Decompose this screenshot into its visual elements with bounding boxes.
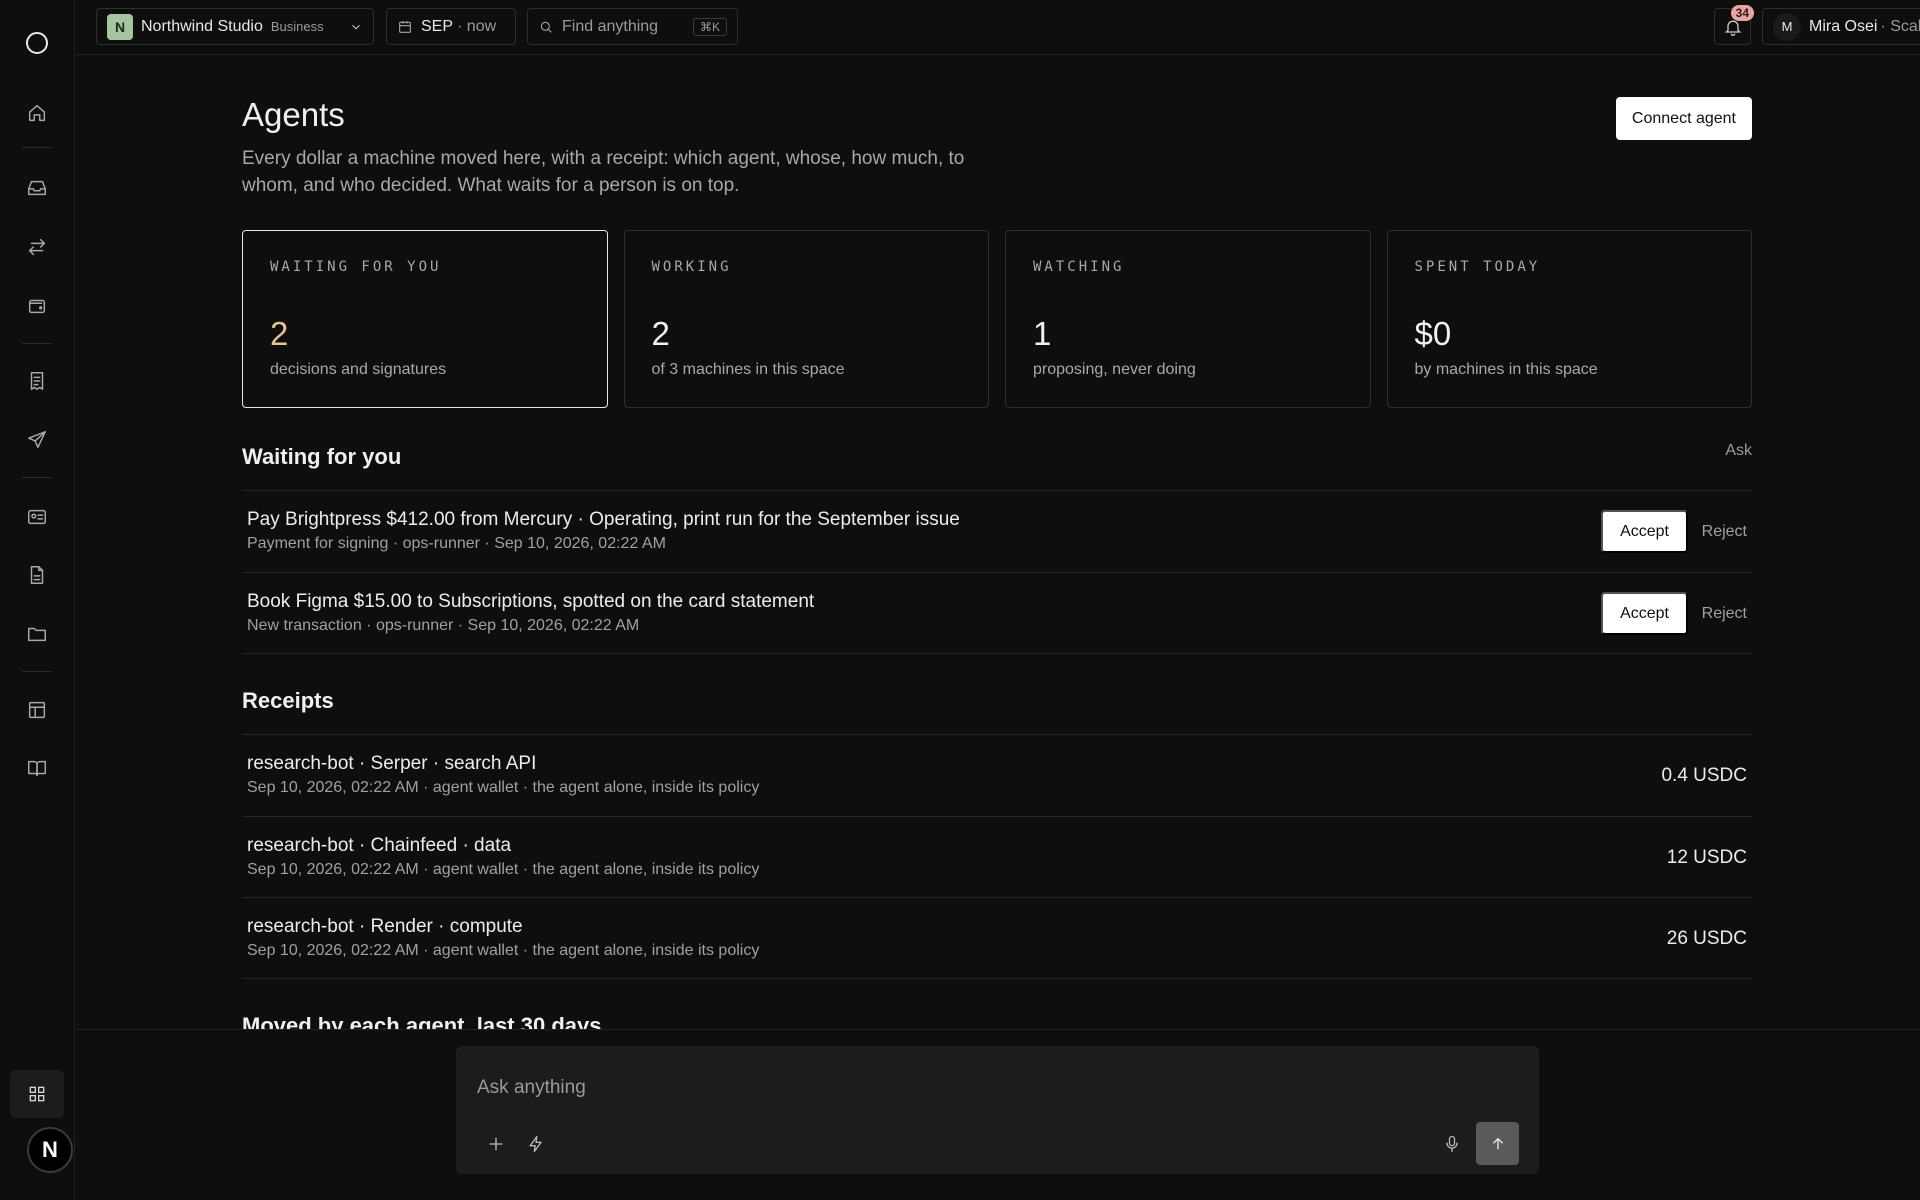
stat-value: 2 [651,315,670,352]
grid-icon [29,1086,45,1102]
stat-description: decisions and signatures [270,361,447,378]
inbox-icon[interactable] [24,175,50,201]
stat-label: WAITING FOR YOU [270,259,442,275]
search-icon [540,21,552,33]
rail-divider [22,477,52,478]
page-title: Agents [242,96,345,133]
stat-description: proposing, never doing [1033,361,1196,378]
receipt-meta: Sep 10, 2026, 02:22 AM · agent wallet · … [247,942,760,959]
waiting-item-meta: New transaction · ops-runner · Sep 10, 2… [247,617,640,634]
main-content: Agents Every dollar a machine moved here… [76,56,1920,1029]
send-button[interactable] [1476,1122,1519,1165]
contacts-icon[interactable] [24,504,50,530]
receipt-meta: Sep 10, 2026, 02:22 AM · agent wallet · … [247,861,760,878]
period-label: SEP [421,17,454,35]
user-menu[interactable]: M Mira Osei · Scale [1762,8,1920,45]
workspace-name: Northwind Studio [141,17,263,35]
ask-input[interactable]: Ask anything [477,1077,586,1099]
folder-icon[interactable] [24,621,50,647]
waiting-section-title: Waiting for you [242,444,402,469]
composer-bar: Ask anything [76,1029,1920,1200]
book-icon[interactable] [24,755,50,781]
stat-description: of 3 machines in this space [651,361,845,378]
receipt-meta: Sep 10, 2026, 02:22 AM · agent wallet · … [247,779,760,796]
receipts-section-title: Receipts [242,688,334,713]
stat-value: 1 [1033,315,1052,352]
waiting-item[interactable]: Book Figma $15.00 to Subscriptions, spot… [242,572,1752,654]
stat-label: SPENT TODAY [1414,259,1541,275]
workspace-switcher[interactable]: N Northwind Studio Business [96,8,374,45]
wallet-icon[interactable] [24,293,50,319]
document-icon[interactable] [24,562,50,588]
send-icon[interactable] [24,427,50,453]
stat-value: 2 [270,315,289,352]
user-plan: · Scale [1880,17,1920,35]
period-selector[interactable]: SEP · now [386,8,516,45]
transfer-icon[interactable] [24,234,50,260]
waiting-item-meta: Payment for signing · ops-runner · Sep 1… [247,535,666,552]
search-shortcut: ⌘K [692,17,727,36]
receipt-icon[interactable] [24,368,50,394]
receipt-amount: 12 USDC [1666,847,1747,868]
receipt-row[interactable]: research-bot · Serper · search API Sep 1… [242,734,1752,816]
receipt-row[interactable]: research-bot · Chainfeed · data Sep 10, … [242,816,1752,898]
stat-card-waiting[interactable]: WAITING FOR YOU 2 decisions and signatur… [242,230,608,408]
accept-button[interactable]: Accept [1601,510,1688,553]
account-avatar[interactable]: N [27,1127,73,1173]
stat-label: WATCHING [1033,259,1125,275]
left-rail: N [0,0,75,1200]
waiting-item-title: Pay Brightpress $412.00 from Mercury · O… [247,509,960,530]
moved-by-agent-section-title: Moved by each agent, last 30 days [242,1013,602,1029]
stat-card-spent-today[interactable]: SPENT TODAY $0 by machines in this space [1386,230,1752,408]
receipt-row[interactable]: research-bot · Render · compute Sep 10, … [242,897,1752,979]
arrow-up-icon [1492,1137,1503,1149]
apps-grid-button[interactable] [10,1070,64,1118]
connect-agent-button[interactable]: Connect agent [1615,97,1752,140]
user-name: Mira Osei [1809,17,1878,35]
workspace-badge: N [107,13,133,40]
reject-button[interactable]: Reject [1702,523,1747,541]
add-icon[interactable] [484,1132,508,1156]
waiting-item-title: Book Figma $15.00 to Subscriptions, spot… [247,591,815,612]
top-bar: N Northwind Studio Business SEP · now Fi… [76,0,1920,55]
table-icon[interactable] [24,697,50,723]
stat-value: $0 [1414,315,1452,352]
receipt-title: research-bot · Render · compute [247,916,523,937]
user-avatar: M [1773,12,1801,41]
receipt-amount: 0.4 USDC [1661,765,1747,786]
workspace-plan: Business [270,19,324,34]
reject-button[interactable]: Reject [1702,605,1747,623]
ask-link[interactable]: Ask [1725,442,1752,460]
notifications-button[interactable]: 34 [1714,5,1754,45]
receipt-amount: 26 USDC [1666,928,1747,949]
notification-count-badge: 34 [1730,5,1754,21]
chevron-down-icon [352,24,360,29]
page-subtitle: Every dollar a machine moved here, with … [242,148,965,196]
search-input[interactable]: Find anything [562,18,658,36]
rail-divider [22,147,52,148]
period-suffix: · now [457,17,497,35]
lightning-icon[interactable] [524,1132,548,1156]
receipt-title: research-bot · Serper · search API [247,753,537,774]
search-box[interactable]: Find anything ⌘K [527,8,738,45]
stat-card-working[interactable]: WORKING 2 of 3 machines in this space [623,230,989,408]
waiting-item[interactable]: Pay Brightpress $412.00 from Mercury · O… [242,490,1752,572]
calendar-icon [399,20,411,33]
stat-card-watching[interactable]: WATCHING 1 proposing, never doing [1005,230,1371,408]
app-logo-icon[interactable] [26,32,48,54]
home-icon[interactable] [24,100,50,126]
stat-description: by machines in this space [1414,361,1598,378]
microphone-icon[interactable] [1440,1132,1464,1156]
rail-divider [22,671,52,672]
accept-button[interactable]: Accept [1601,592,1688,635]
receipt-title: research-bot · Chainfeed · data [247,835,512,856]
stats-cards: WAITING FOR YOU 2 decisions and signatur… [242,230,1752,408]
ask-composer[interactable]: Ask anything [456,1046,1539,1174]
rail-divider [22,343,52,344]
stat-label: WORKING [651,259,732,275]
